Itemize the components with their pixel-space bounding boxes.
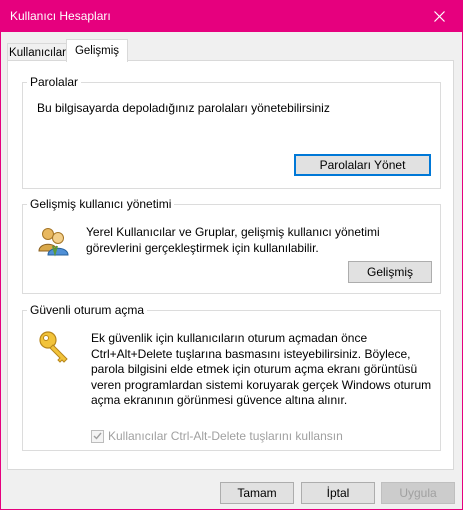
manage-passwords-button[interactable]: Parolaları Yönet xyxy=(294,154,431,176)
advanced-user-management-heading: Gelişmiş kullanıcı yönetimi xyxy=(27,197,175,211)
close-icon xyxy=(433,11,445,22)
secure-logon-text-3: parola bilgisini elde etmek için oturum … xyxy=(91,362,418,376)
checkmark-icon xyxy=(93,432,102,440)
ok-button-label: Tamam xyxy=(237,486,277,500)
ctrl-alt-delete-checkbox-row[interactable]: Kullanıcılar Ctrl-Alt-Delete tuşlarını k… xyxy=(91,429,343,443)
secure-logon-text-2: Ctrl+Alt+Delete tuşlarına basmasını iste… xyxy=(91,347,411,361)
advanced-button[interactable]: Gelişmiş xyxy=(348,261,432,283)
close-button[interactable] xyxy=(416,1,462,32)
passwords-description: Bu bilgisayarda depoladığınız parolaları… xyxy=(37,101,330,115)
title-bar: Kullanıcı Hesapları xyxy=(1,1,462,32)
cancel-button[interactable]: İptal xyxy=(301,482,375,504)
tab-advanced[interactable]: Gelişmiş xyxy=(66,39,128,62)
advanced-user-management-text-2: görevlerini gerçekleştirmek için kullanı… xyxy=(86,241,319,255)
users-icon xyxy=(38,228,69,257)
tab-panel: Parolalar Bu bilgisayarda depoladığınız … xyxy=(7,60,454,470)
apply-button[interactable]: Uygula xyxy=(381,482,455,504)
passwords-group: Parolalar Bu bilgisayarda depoladığınız … xyxy=(22,75,441,189)
secure-logon-text-5: açma ekranının görünmesi güvence altına … xyxy=(91,393,348,407)
secure-logon-text-4: veren programlardan sistemi koruyarak ge… xyxy=(91,378,432,392)
secure-logon-heading: Güvenli oturum açma xyxy=(27,303,148,317)
advanced-button-label: Gelişmiş xyxy=(366,265,413,279)
key-icon xyxy=(39,331,68,363)
advanced-user-management-text-1: Yerel Kullanıcılar ve Gruplar, gelişmiş … xyxy=(86,225,380,239)
ok-button[interactable]: Tamam xyxy=(220,482,294,504)
dialog-window: Kullanıcı Hesapları Kullanıcılar Gelişmi… xyxy=(0,0,463,510)
manage-passwords-button-label: Parolaları Yönet xyxy=(319,158,406,172)
advanced-user-management-group: Gelişmiş kullanıcı yönetimi Yerel Kullan… xyxy=(22,197,441,294)
tab-advanced-label: Gelişmiş xyxy=(74,45,120,57)
passwords-group-heading: Parolalar xyxy=(27,75,82,89)
window-title: Kullanıcı Hesapları xyxy=(10,9,111,23)
apply-button-label: Uygula xyxy=(399,486,437,500)
cancel-button-label: İptal xyxy=(326,486,350,500)
tab-users-label: Kullanıcılar xyxy=(9,47,66,59)
ctrl-alt-delete-checkbox-label: Kullanıcılar Ctrl-Alt-Delete tuşlarını k… xyxy=(108,429,343,443)
secure-logon-text-1: Ek güvenlik için kullanıcıların oturum a… xyxy=(91,331,368,345)
secure-logon-group: Güvenli oturum açma Ek güvenlik için kul… xyxy=(22,303,441,451)
ctrl-alt-delete-checkbox[interactable] xyxy=(91,429,104,443)
